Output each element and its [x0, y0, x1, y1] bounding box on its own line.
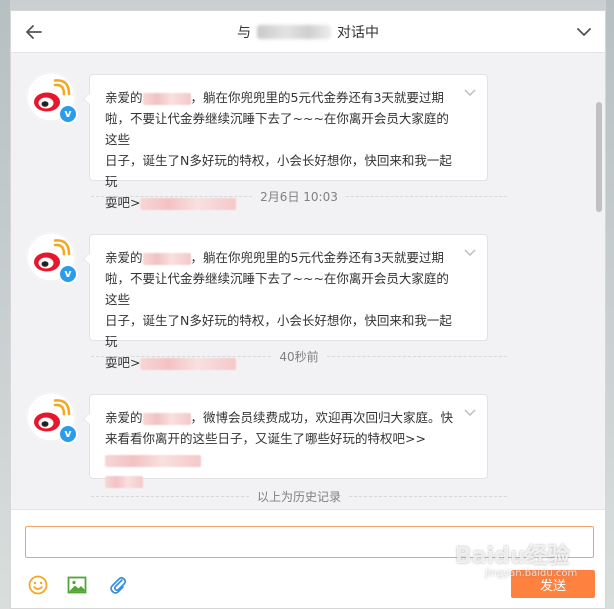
message-input[interactable]: [25, 526, 594, 558]
sender-avatar[interactable]: v: [26, 72, 78, 124]
divider-line: [91, 495, 249, 497]
timestamp-divider: 40秒前: [91, 347, 507, 365]
back-arrow-icon: [26, 25, 42, 39]
message-text-segment: 啦，不要让代金券继续沉睡下去了~~~在你离开会员大家庭的这些: [105, 111, 449, 147]
message-text-segment: 亲爱的: [105, 250, 143, 265]
message-text-segment: 亲爱的: [105, 410, 143, 425]
image-icon: [67, 576, 87, 594]
message-line: 日子，诞生了N多好玩的特权，小会长好想你，快回来和我一起玩: [105, 310, 457, 352]
title-prefix: 与: [237, 24, 251, 41]
history-divider: 以上为历史记录: [91, 487, 508, 505]
header-menu-button[interactable]: [573, 21, 595, 43]
message-text-segment: ，微博会员续费成功，欢迎再次回归大家庭。快: [190, 410, 454, 425]
redacted-link[interactable]: [142, 252, 191, 265]
chevron-down-icon: [577, 28, 591, 36]
image-button[interactable]: [66, 574, 88, 596]
sender-avatar[interactable]: v: [26, 232, 78, 284]
message-line: 亲爱的 ，躺在你兜兜里的5元代金券还有3天就要过期: [105, 87, 457, 108]
verified-v-icon: v: [58, 104, 78, 124]
timestamp: 2月6日 10:03: [260, 189, 338, 204]
message-text-segment: 啦，不要让代金券继续沉睡下去了~~~在你离开会员大家庭的这些: [105, 271, 449, 307]
message-text-segment: 亲爱的: [105, 90, 143, 105]
emoji-icon: [28, 575, 48, 595]
divider-line: [345, 195, 508, 197]
composer: 发送: [11, 509, 605, 608]
redacted-link[interactable]: [142, 412, 191, 425]
background-left: [0, 0, 10, 609]
message-line: 来看看你离开的这些日子，又诞生了哪些好玩的特权吧>>: [105, 428, 457, 470]
message-line: 啦，不要让代金券继续沉睡下去了~~~在你离开会员大家庭的这些: [105, 268, 457, 310]
message-bubble: 亲爱的 ，躺在你兜兜里的5元代金券还有3天就要过期啦，不要让代金券继续沉睡下去了~…: [83, 234, 488, 370]
send-button[interactable]: 发送: [511, 570, 595, 598]
divider-line: [326, 355, 507, 357]
scrollbar-thumb[interactable]: [596, 102, 602, 212]
message-line: 亲爱的 ，微博会员续费成功，欢迎再次回归大家庭。快: [105, 407, 457, 428]
background-right: [606, 0, 614, 609]
attachment-button[interactable]: [107, 574, 129, 596]
message-bubble: 亲爱的 ，躺在你兜兜里的5元代金券还有3天就要过期啦，不要让代金券继续沉睡下去了~…: [83, 74, 488, 210]
history-label: 以上为历史记录: [257, 489, 342, 504]
message-text-segment: 日子，诞生了N多好玩的特权，小会长好想你，快回来和我一起玩: [105, 153, 452, 189]
chat-title: 与 对话中: [237, 22, 379, 42]
message-text-segment: 来看看你离开的这些日子，又诞生了哪些好玩的特权吧>>: [105, 431, 426, 446]
sender-avatar[interactable]: v: [26, 392, 78, 444]
message-line: 亲爱的 ，躺在你兜兜里的5元代金券还有3天就要过期: [105, 247, 457, 268]
message-line: 日子，诞生了N多好玩的特权，小会长好想你，快回来和我一起玩: [105, 150, 457, 192]
attachment-icon: [110, 576, 127, 594]
verified-v-icon: v: [58, 424, 78, 444]
back-button[interactable]: [23, 21, 45, 43]
divider-line: [349, 495, 508, 497]
divider-line: [91, 355, 272, 357]
message-text-segment: ，躺在你兜兜里的5元代金券还有3天就要过期: [190, 90, 444, 105]
redacted-link[interactable]: [105, 475, 143, 488]
redacted-username: [257, 24, 331, 39]
timestamp: 40秒前: [279, 349, 319, 364]
chevron-down-icon[interactable]: [463, 85, 477, 99]
scrollbar[interactable]: [593, 54, 605, 508]
title-suffix: 对话中: [337, 24, 379, 41]
chat-header: 与 对话中: [11, 11, 605, 53]
message-text-segment: ，躺在你兜兜里的5元代金券还有3天就要过期: [190, 250, 444, 265]
message-bubble: 亲爱的 ，微博会员续费成功，欢迎再次回归大家庭。快来看看你离开的这些日子，又诞生了…: [83, 394, 488, 488]
redacted-link[interactable]: [105, 454, 201, 467]
message-line: 啦，不要让代金券继续沉睡下去了~~~在你离开会员大家庭的这些: [105, 108, 457, 150]
message-text: 亲爱的 ，微博会员续费成功，欢迎再次回归大家庭。快来看看你离开的这些日子，又诞生了…: [105, 407, 457, 491]
verified-v-icon: v: [58, 264, 78, 284]
timestamp-divider: 2月6日 10:03: [91, 187, 508, 205]
chat-window: 与 对话中 v 亲爱的 ，躺在你兜兜里的5元代金券还有3天就要过期 啦，不要让代金券…: [10, 10, 606, 609]
redacted-link[interactable]: [142, 92, 191, 105]
chevron-down-icon[interactable]: [463, 405, 477, 419]
emoji-button[interactable]: [27, 574, 49, 596]
divider-line: [91, 195, 253, 197]
chevron-down-icon[interactable]: [463, 245, 477, 259]
message-list[interactable]: v 亲爱的 ，躺在你兜兜里的5元代金券还有3天就要过期 啦，不要让代金券继续沉睡下去…: [11, 54, 595, 508]
message-text-segment: 日子，诞生了N多好玩的特权，小会长好想你，快回来和我一起玩: [105, 313, 452, 349]
